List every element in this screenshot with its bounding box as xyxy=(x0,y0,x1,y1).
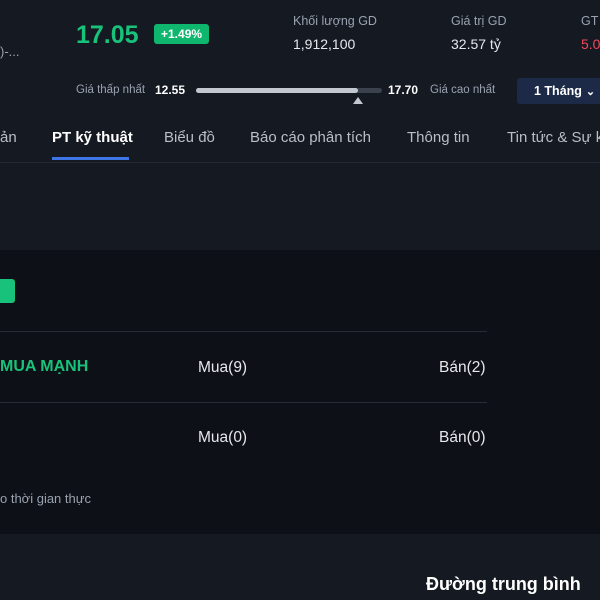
current-price: 17.05 xyxy=(76,21,139,49)
price-change-badge: +1.49% xyxy=(154,24,210,44)
tab-overview[interactable]: ản xyxy=(0,129,17,146)
sell-count: Bán(0) xyxy=(439,429,486,446)
tab-news-events[interactable]: Tin tức & Sự k xyxy=(507,129,600,146)
gt-label: GT xyxy=(581,14,599,28)
signal-tag xyxy=(0,279,15,303)
truncated-header-text: )-... xyxy=(0,44,20,59)
active-tab-indicator xyxy=(52,157,129,160)
gt-value: 5.0 xyxy=(581,36,600,52)
high-price-value: 17.70 xyxy=(388,83,419,97)
period-select-label: 1 Tháng xyxy=(534,84,582,98)
signal-label: MUA MẠNH xyxy=(0,358,89,375)
low-price-label: Giá thấp nhất xyxy=(76,84,146,96)
high-price-label: Giá cao nhất xyxy=(430,84,496,96)
volume-value: 1,912,100 xyxy=(293,36,356,52)
trade-value-value: 32.57 tỷ xyxy=(451,36,501,52)
realtime-footnote: o thời gian thực xyxy=(0,491,91,506)
price-range-fill xyxy=(196,88,358,93)
low-price-value: 12.55 xyxy=(155,83,186,97)
buy-count: Mua(9) xyxy=(198,359,248,376)
trade-value-label: Giá trị GD xyxy=(451,14,507,28)
tabs-divider xyxy=(0,162,600,163)
tab-technical-analysis[interactable]: PT kỹ thuật xyxy=(52,129,133,146)
volume-label: Khối lượng GD xyxy=(293,14,377,28)
chevron-down-icon: ⌄ xyxy=(585,86,596,98)
current-price-marker-icon xyxy=(352,97,363,104)
price-range-bar xyxy=(196,88,382,93)
sell-count: Bán(2) xyxy=(439,359,486,376)
row-divider xyxy=(0,402,487,403)
period-select[interactable]: 1 Tháng ⌄ xyxy=(517,78,600,104)
tab-info[interactable]: Thông tin xyxy=(407,129,470,146)
row-divider xyxy=(0,331,487,332)
tab-analysis-reports[interactable]: Báo cáo phân tích xyxy=(250,129,371,146)
moving-average-section-title: Đường trung bình xyxy=(426,574,581,594)
buy-count: Mua(0) xyxy=(198,429,248,446)
tab-chart[interactable]: Biểu đồ xyxy=(164,129,215,146)
